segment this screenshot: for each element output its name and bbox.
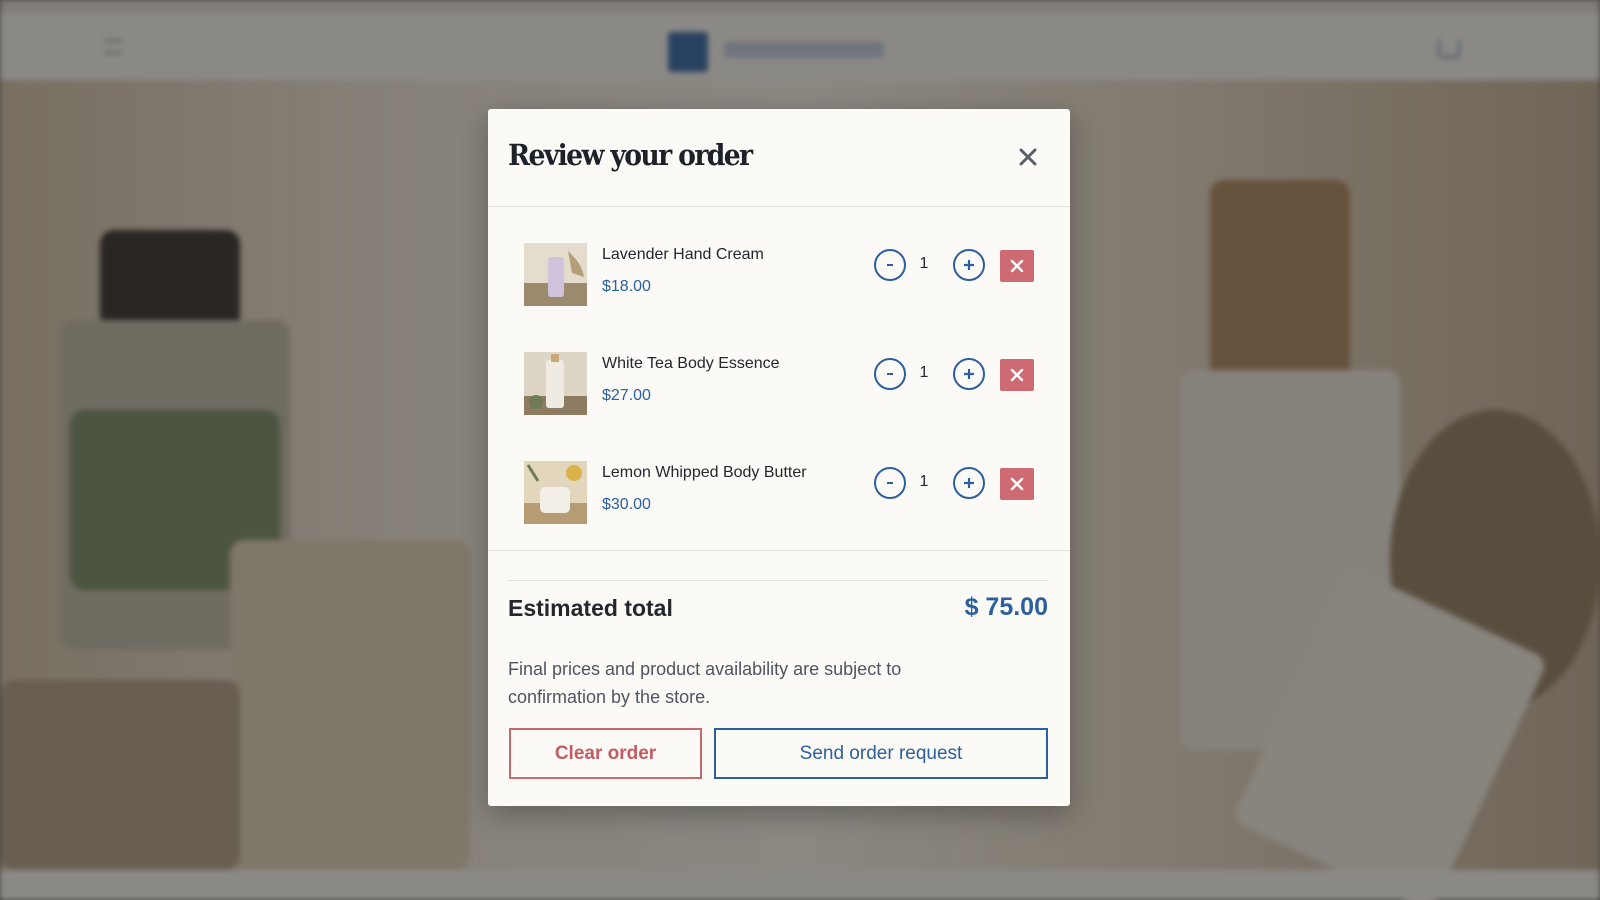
minus-icon — [887, 264, 893, 266]
estimated-total-label: Estimated total — [508, 595, 673, 621]
item-price: $18.00 — [602, 278, 651, 295]
decrease-quantity-button[interactable] — [874, 358, 906, 390]
quantity-value: 1 — [919, 364, 929, 381]
item-name: White Tea Body Essence — [602, 355, 780, 372]
quantity-value: 1 — [919, 255, 929, 272]
item-name: Lemon Whipped Body Butter — [602, 464, 807, 481]
item-name: Lavender Hand Cream — [602, 246, 764, 263]
plus-icon — [964, 478, 974, 488]
minus-icon — [887, 373, 893, 375]
increase-quantity-button[interactable] — [953, 467, 985, 499]
increase-quantity-button[interactable] — [953, 358, 985, 390]
product-thumbnail — [524, 243, 587, 306]
remove-item-button[interactable] — [1000, 359, 1034, 391]
close-icon — [1010, 259, 1024, 273]
clear-order-button[interactable]: Clear order — [509, 728, 702, 779]
close-icon — [1010, 368, 1024, 382]
order-item: White Tea Body Essence $27.00 1 — [488, 352, 1070, 442]
item-price: $30.00 — [602, 496, 651, 513]
send-order-request-button[interactable]: Send order request — [714, 728, 1048, 779]
modal-header: Review your order — [488, 109, 1070, 207]
close-button[interactable] — [1010, 139, 1046, 175]
plus-icon — [964, 369, 974, 379]
item-price: $27.00 — [602, 387, 651, 404]
decrease-quantity-button[interactable] — [874, 467, 906, 499]
remove-item-button[interactable] — [1000, 250, 1034, 282]
product-thumbnail — [524, 352, 587, 415]
review-order-modal: Review your order Lavender Hand Cream $1… — [488, 109, 1070, 806]
order-item: Lemon Whipped Body Butter $30.00 1 — [488, 461, 1070, 551]
quantity-value: 1 — [919, 473, 929, 490]
increase-quantity-button[interactable] — [953, 249, 985, 281]
decrease-quantity-button[interactable] — [874, 249, 906, 281]
close-icon — [1019, 148, 1037, 166]
remove-item-button[interactable] — [1000, 468, 1034, 500]
estimated-total-value: $ 75.00 — [964, 593, 1048, 621]
disclaimer-text: Final prices and product availability ar… — [508, 659, 902, 707]
minus-icon — [887, 482, 893, 484]
close-icon — [1010, 477, 1024, 491]
order-summary: Estimated total $ 75.00 Final prices and… — [488, 551, 1070, 806]
product-thumbnail — [524, 461, 587, 524]
order-item-list: Lavender Hand Cream $18.00 1 White Tea B… — [488, 207, 1070, 551]
order-item: Lavender Hand Cream $18.00 1 — [488, 243, 1070, 333]
divider — [508, 580, 1048, 581]
plus-icon — [964, 260, 974, 270]
modal-title: Review your order — [508, 138, 753, 172]
